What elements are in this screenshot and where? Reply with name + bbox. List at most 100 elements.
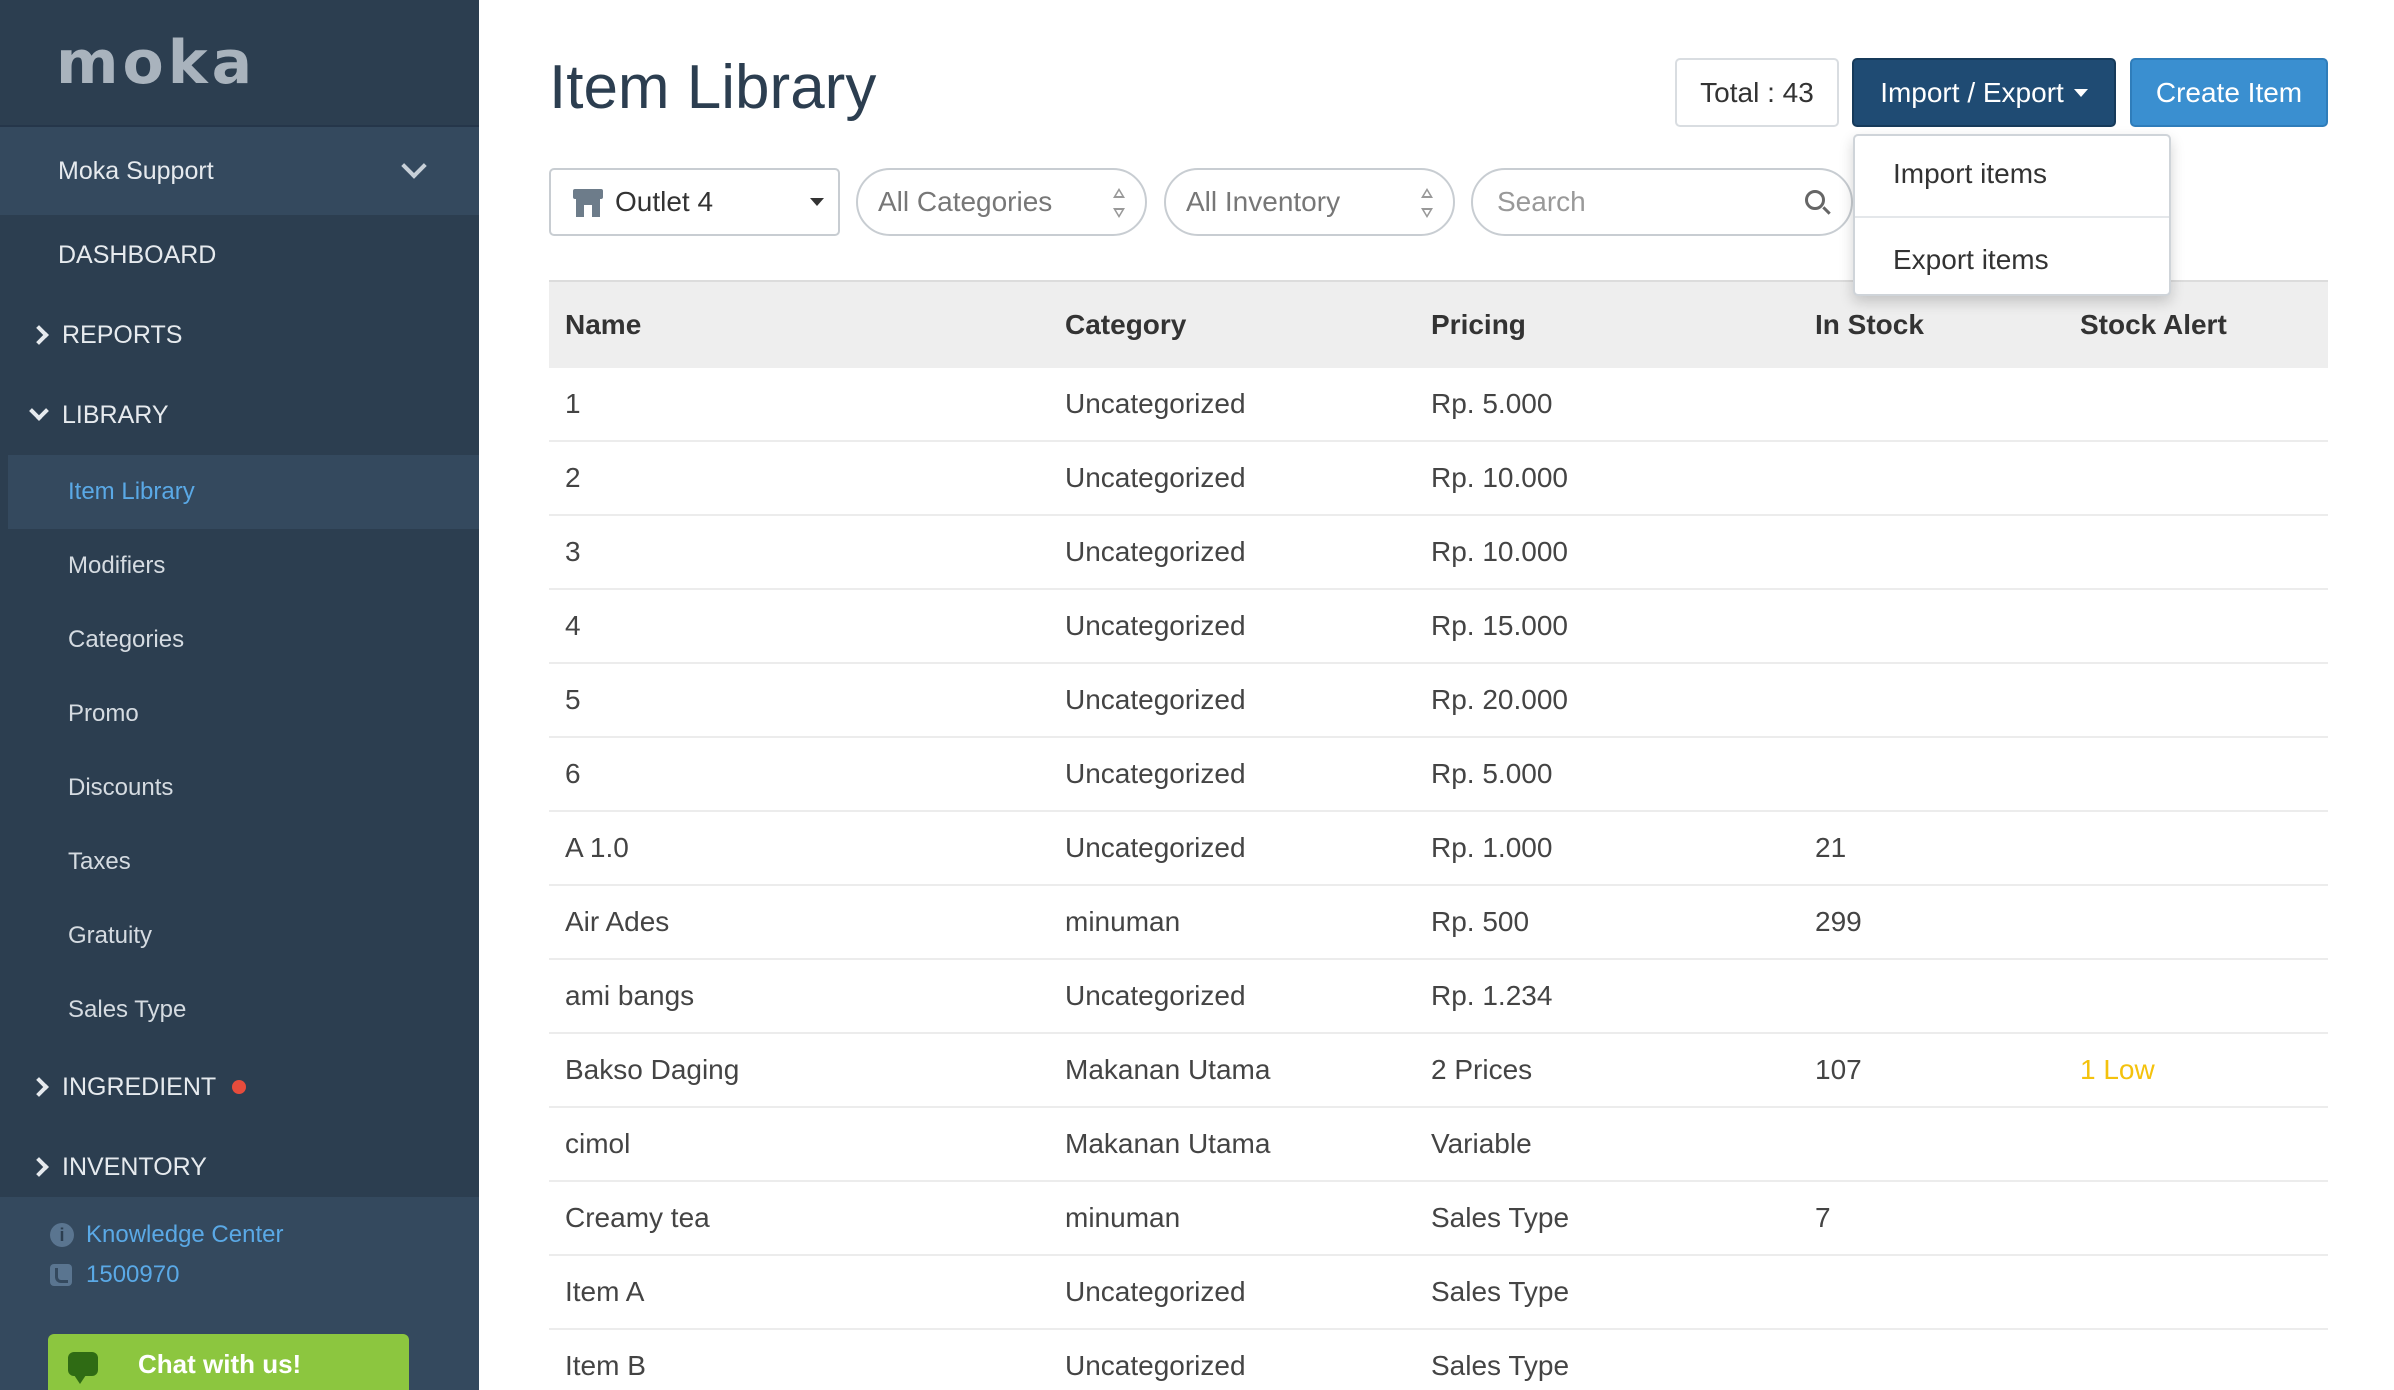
import-export-menu: Import items Export items	[1853, 134, 2171, 296]
cell-pricing: 2 Prices	[1431, 1054, 1533, 1085]
table-row[interactable]: Item B Uncategorized Sales Type	[549, 1330, 2328, 1390]
phone-icon	[50, 1264, 72, 1286]
chevron-down-icon	[401, 153, 427, 179]
cell-category: Makanan Utama	[1065, 1054, 1271, 1085]
nav-inventory-label: INVENTORY	[62, 1152, 207, 1181]
chat-bubble-icon	[68, 1352, 98, 1384]
sidebar-item-label: Sales Type	[68, 996, 187, 1023]
table-row[interactable]: cimol Makanan Utama Variable	[549, 1108, 2328, 1182]
cell-stock-alert: 1 Low	[2080, 1054, 2155, 1085]
sidebar-item-sales-type[interactable]: Sales Type	[0, 973, 479, 1047]
account-switcher[interactable]: Moka Support	[0, 127, 479, 215]
nav-inventory[interactable]: INVENTORY	[0, 1127, 479, 1207]
sidebar-item-label: Modifiers	[68, 552, 166, 579]
knowledge-center-link[interactable]: i Knowledge Center	[50, 1215, 479, 1255]
search-input[interactable]	[1497, 186, 1797, 218]
sidebar-item-item-library[interactable]: Item Library	[8, 455, 479, 529]
nav-ingredient-label: INGREDIENT	[62, 1072, 217, 1101]
create-item-label: Create Item	[2155, 76, 2303, 108]
sidebar-item-gratuity[interactable]: Gratuity	[0, 899, 479, 973]
chat-button[interactable]: Chat with us!	[48, 1334, 409, 1390]
cell-category: minuman	[1065, 906, 1181, 937]
cell-in-stock: 107	[1815, 1054, 1862, 1085]
column-header-in-stock[interactable]: In Stock	[1815, 309, 2080, 341]
menu-divider	[1855, 216, 2169, 218]
category-select[interactable]: All Categories	[856, 168, 1147, 236]
sort-updown-icon	[1421, 188, 1433, 218]
column-header-name[interactable]: Name	[549, 309, 1065, 341]
outlet-value: Outlet 4	[615, 186, 714, 217]
alert-dot-icon	[232, 1080, 247, 1094]
sidebar-item-promo[interactable]: Promo	[0, 677, 479, 751]
moka-logo[interactable]: moka	[56, 33, 256, 93]
cell-name: Creamy tea	[565, 1202, 710, 1233]
cell-name: 4	[565, 610, 581, 641]
account-name: Moka Support	[58, 156, 214, 185]
inventory-select[interactable]: All Inventory	[1164, 168, 1455, 236]
inventory-value: All Inventory	[1186, 186, 1341, 217]
sidebar-item-modifiers[interactable]: Modifiers	[0, 529, 479, 603]
table-row[interactable]: 2 Uncategorized Rp. 10.000	[549, 442, 2328, 516]
sidebar-item-discounts[interactable]: Discounts	[0, 751, 479, 825]
cell-pricing: Sales Type	[1431, 1350, 1570, 1381]
table-row[interactable]: 6 Uncategorized Rp. 5.000	[549, 738, 2328, 812]
outlet-select[interactable]: Outlet 4	[549, 168, 840, 236]
table-row[interactable]: ami bangs Uncategorized Rp. 1.234	[549, 960, 2328, 1034]
menu-item-export[interactable]: Export items	[1855, 222, 2169, 298]
cell-category: Uncategorized	[1065, 1350, 1246, 1381]
info-icon: i	[50, 1223, 74, 1247]
cell-pricing: Rp. 15.000	[1431, 610, 1568, 641]
cell-name: 1	[565, 388, 581, 419]
table-row[interactable]: Air Ades minuman Rp. 500 299	[549, 886, 2328, 960]
cell-name: 6	[565, 758, 581, 789]
store-icon	[573, 187, 603, 217]
phone-number: 1500970	[86, 1261, 180, 1288]
sidebar: moka Moka Support DASHBOARD REPORTS LIBR…	[0, 0, 479, 1390]
table-row[interactable]: Creamy tea minuman Sales Type 7	[549, 1182, 2328, 1256]
create-item-button[interactable]: Create Item	[2130, 58, 2328, 127]
sidebar-item-label: Item Library	[68, 478, 195, 505]
sidebar-item-taxes[interactable]: Taxes	[0, 825, 479, 899]
table-row[interactable]: 1 Uncategorized Rp. 5.000	[549, 368, 2328, 442]
cell-name: 3	[565, 536, 581, 567]
item-table: Name Category Pricing In Stock Stock Ale…	[549, 280, 2328, 1390]
import-export-label: Import / Export	[1880, 76, 2064, 108]
column-header-stock-alert[interactable]: Stock Alert	[2080, 309, 2328, 341]
nav-dashboard[interactable]: DASHBOARD	[0, 215, 479, 295]
page-title: Item Library	[549, 53, 877, 122]
cell-name: Bakso Daging	[565, 1054, 740, 1085]
search-icon[interactable]	[1805, 190, 1831, 216]
sidebar-item-label: Taxes	[68, 848, 131, 875]
import-export-button[interactable]: Import / Export	[1852, 58, 2116, 127]
cell-pricing: Sales Type	[1431, 1276, 1570, 1307]
column-header-category[interactable]: Category	[1065, 309, 1431, 341]
cell-in-stock: 7	[1815, 1202, 1831, 1233]
search-box	[1471, 168, 1853, 236]
table-row[interactable]: A 1.0 Uncategorized Rp. 1.000 21	[549, 812, 2328, 886]
sidebar-item-label: Gratuity	[68, 922, 153, 949]
cell-category: minuman	[1065, 1202, 1181, 1233]
cell-pricing: Variable	[1431, 1128, 1532, 1159]
table-row[interactable]: 5 Uncategorized Rp. 20.000	[549, 664, 2328, 738]
table-row[interactable]: 4 Uncategorized Rp. 15.000	[549, 590, 2328, 664]
table-row[interactable]: Bakso Daging Makanan Utama 2 Prices 107 1 Lo…	[549, 1034, 2328, 1108]
sort-updown-icon	[1113, 188, 1125, 218]
cell-category: Uncategorized	[1065, 536, 1246, 567]
category-value: All Categories	[878, 186, 1053, 217]
nav-ingredient[interactable]: INGREDIENT	[0, 1047, 479, 1127]
nav-reports[interactable]: REPORTS	[0, 295, 479, 375]
cell-name: 2	[565, 462, 581, 493]
menu-item-import[interactable]: Import items	[1855, 136, 2169, 212]
nav-library[interactable]: LIBRARY	[0, 375, 479, 455]
cell-pricing: Rp. 5.000	[1431, 758, 1553, 789]
sidebar-item-categories[interactable]: Categories	[0, 603, 479, 677]
cell-category: Uncategorized	[1065, 1276, 1246, 1307]
cell-category: Uncategorized	[1065, 610, 1246, 641]
column-header-pricing[interactable]: Pricing	[1431, 309, 1815, 341]
cell-name: Item B	[565, 1350, 646, 1381]
table-row[interactable]: 3 Uncategorized Rp. 10.000	[549, 516, 2328, 590]
caret-down-icon	[2073, 88, 2088, 97]
phone-link[interactable]: 1500970	[50, 1255, 479, 1295]
cell-category: Uncategorized	[1065, 684, 1246, 715]
table-row[interactable]: Item A Uncategorized Sales Type	[549, 1256, 2328, 1330]
